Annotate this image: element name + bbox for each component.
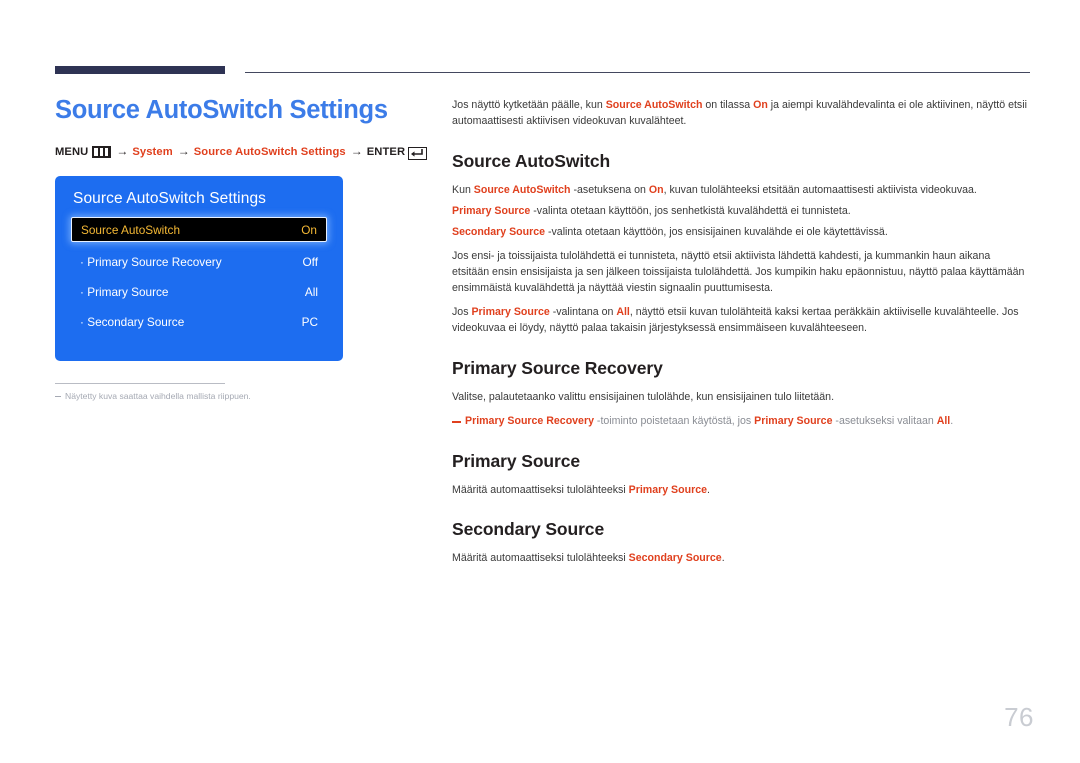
- note-dash-icon: [452, 421, 461, 423]
- footnote-divider: [55, 383, 225, 385]
- p1-term-on: On: [648, 184, 664, 197]
- osd-row-label: Source AutoSwitch: [81, 222, 181, 237]
- intro-term-on: On: [753, 99, 768, 111]
- p1-term-source-autoswitch: Source AutoSwitch: [473, 184, 571, 197]
- left-column: Source AutoSwitch Settings MENU → System…: [55, 96, 430, 402]
- paragraph-primary-source: Primary Source -valinta otetaan käyttöön…: [452, 204, 1030, 220]
- p2-text-c: -valinta otetaan käyttöön, jos senhetkis…: [530, 205, 851, 218]
- note-text-f: .: [950, 415, 954, 428]
- osd-row-value: All: [304, 284, 318, 299]
- breadcrumb-step-source-autoswitch-settings[interactable]: Source AutoSwitch Settings: [194, 146, 346, 158]
- p1-text-e: , kuvan tulolähteeksi etsitään automaatt…: [663, 184, 977, 197]
- osd-row-label: · Primary Source: [80, 284, 169, 299]
- page-header-rules: [0, 0, 1080, 90]
- intro-term-source-autoswitch: Source AutoSwitch: [605, 99, 703, 111]
- breadcrumb-arrow-3: →: [350, 144, 363, 159]
- menu-bars-icon: [92, 146, 112, 159]
- paragraph-primary-source-all: Jos Primary Source -valintana on All, nä…: [452, 305, 1030, 336]
- osd-preview-panel: Source AutoSwitch Settings Source AutoSw…: [55, 176, 343, 362]
- paragraph-secondary-source: Secondary Source -valinta otetaan käyttö…: [452, 225, 1030, 241]
- breadcrumb-arrow-1: →: [116, 144, 129, 159]
- osd-row-primary-source[interactable]: · Primary Source All: [71, 280, 327, 303]
- ps-term-primary-source: Primary Source: [628, 483, 707, 496]
- osd-row-secondary-source[interactable]: · Secondary Source PC: [71, 310, 327, 333]
- breadcrumb-enter-label: ENTER: [366, 146, 406, 159]
- footnote-dash-icon: [55, 396, 61, 398]
- ss-text-a: Määritä automaattiseksi tulolähteeksi: [452, 552, 629, 565]
- breadcrumb-arrow-2: →: [177, 144, 190, 159]
- note-text-b: -toiminto poistetaan käytöstä, jos: [593, 415, 755, 428]
- section-heading-secondary-source: Secondary Source: [452, 519, 605, 540]
- ps-text-c: .: [706, 483, 710, 496]
- p5-term-all: All: [616, 306, 630, 319]
- osd-row-source-autoswitch[interactable]: Source AutoSwitch On: [71, 217, 327, 243]
- right-column: Jos näyttö kytketään päälle, kun Source …: [452, 98, 1030, 576]
- section-heading-primary-source: Primary Source: [452, 450, 580, 471]
- p3-term-secondary-source: Secondary Source: [452, 225, 546, 238]
- p3-text-c: -valinta otetaan käyttöön, jos ensisijai…: [545, 225, 888, 238]
- page-title: Source AutoSwitch Settings: [55, 96, 388, 124]
- p5-text-c: -valintana on: [549, 306, 617, 319]
- note-term-primary-source: Primary Source: [754, 415, 833, 428]
- osd-footnote: Näytetty kuva saattaa vaihdella mallista…: [55, 391, 430, 402]
- p1-text-c: -asetuksena on: [570, 184, 649, 197]
- page-number: 76: [1004, 702, 1034, 732]
- paragraph-source-autoswitch-1: Kun Source AutoSwitch -asetuksena on On,…: [452, 183, 1030, 199]
- note-primary-source-recovery: Primary Source Recovery -toiminto poiste…: [452, 414, 1030, 429]
- ps-text-a: Määritä automaattiseksi tulolähteeksi: [452, 483, 629, 496]
- p2-term-primary-source: Primary Source: [452, 205, 531, 218]
- p1-text-a: Kun: [452, 184, 474, 197]
- note-text-d: -asetukseksi valitaan: [832, 415, 937, 428]
- enter-return-icon: [408, 146, 428, 160]
- note-term-primary-source-recovery: Primary Source Recovery: [465, 415, 594, 428]
- osd-row-value: Off: [302, 254, 318, 269]
- breadcrumb-menu-label: MENU: [55, 146, 89, 159]
- breadcrumb: MENU → System → Source AutoSwitch Settin…: [55, 144, 430, 160]
- header-thick-bar: [55, 66, 225, 74]
- section-heading-source-autoswitch: Source AutoSwitch: [452, 151, 611, 172]
- p5-term-primary-source: Primary Source: [471, 306, 550, 319]
- note-term-all: All: [936, 415, 951, 428]
- osd-footnote-text: Näytetty kuva saattaa vaihdella mallista…: [65, 391, 251, 402]
- paragraph-primary-source-desc: Määritä automaattiseksi tulolähteeksi Pr…: [452, 483, 1030, 499]
- breadcrumb-step-system[interactable]: System: [132, 146, 172, 158]
- header-thin-rule: [245, 72, 1030, 73]
- intro-paragraph: Jos näyttö kytketään päälle, kun Source …: [452, 98, 1030, 129]
- intro-text-a: Jos näyttö kytketään päälle, kun: [452, 99, 606, 111]
- intro-text-c: on tilassa: [702, 99, 754, 111]
- osd-row-label: · Primary Source Recovery: [80, 254, 222, 269]
- osd-row-value: On: [301, 222, 317, 237]
- osd-row-label: · Secondary Source: [80, 314, 185, 329]
- paragraph-primary-source-recovery: Valitse, palautetaanko valittu ensisijai…: [452, 390, 835, 403]
- osd-row-value: PC: [301, 314, 318, 329]
- p5-text-a: Jos: [452, 306, 472, 319]
- paragraph-secondary-source-desc: Määritä automaattiseksi tulolähteeksi Se…: [452, 551, 1030, 567]
- osd-row-primary-source-recovery[interactable]: · Primary Source Recovery Off: [71, 250, 327, 273]
- ss-text-c: .: [721, 552, 725, 565]
- paragraph-search-behaviour: Jos ensi- ja toissijaista tulolähdettä e…: [452, 250, 1025, 294]
- section-heading-primary-source-recovery: Primary Source Recovery: [452, 357, 663, 378]
- ss-term-secondary-source: Secondary Source: [628, 552, 722, 565]
- osd-panel-title: Source AutoSwitch Settings: [73, 190, 267, 208]
